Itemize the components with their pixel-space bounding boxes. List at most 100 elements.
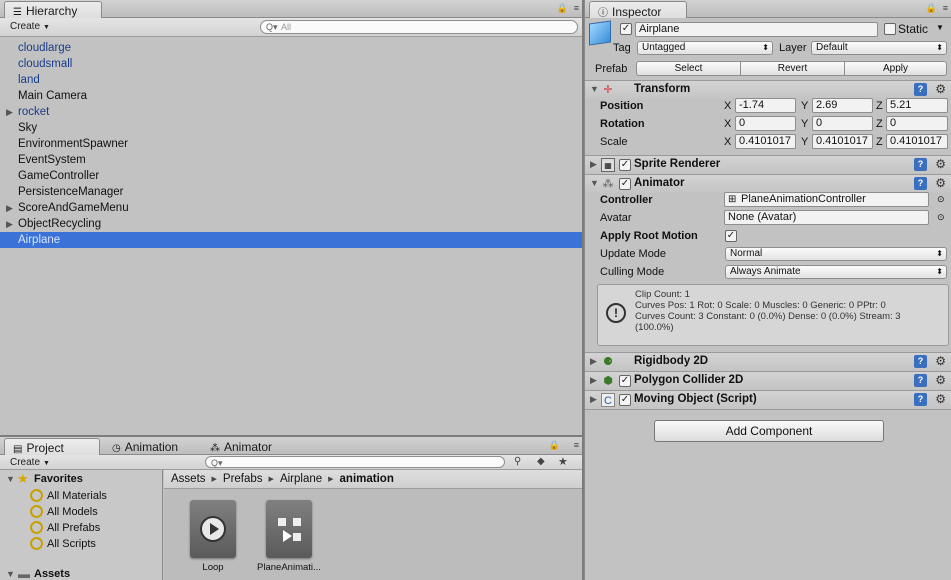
help-book-icon[interactable]: ? <box>914 393 927 406</box>
gear-icon[interactable]: ⚙ <box>935 354 946 368</box>
project-create-button[interactable]: Create ▼ <box>6 455 54 471</box>
gear-icon[interactable]: ⚙ <box>935 392 946 406</box>
object-name-field[interactable]: Airplane <box>635 22 878 37</box>
avatar-field[interactable]: None (Avatar) <box>724 210 929 225</box>
favorites-label[interactable]: Favorites <box>34 473 83 485</box>
fold-down-arrow-icon[interactable]: ▼ <box>590 84 599 94</box>
polygon-collider-enabled-checkbox[interactable]: ✓ <box>619 375 631 387</box>
sprite-renderer-header[interactable]: ▶ ▦ ✓ Sprite Renderer ? ⚙ <box>585 155 951 174</box>
animator-header[interactable]: ▼ ⁂ ✓ Animator ? ⚙ <box>585 174 951 193</box>
fold-down-arrow-icon[interactable]: ▼ <box>590 178 599 188</box>
position-z-field[interactable]: 5.21 <box>886 98 948 113</box>
fold-right-arrow-icon[interactable]: ▶ <box>590 356 597 367</box>
hierarchy-item-score-and-game-menu[interactable]: ▶ ScoreAndGameMenu <box>0 200 582 216</box>
add-component-button[interactable]: Add Component <box>654 420 884 442</box>
hierarchy-item-event-system[interactable]: EventSystem <box>0 152 582 168</box>
lock-icon[interactable]: 🔒 <box>926 3 937 14</box>
favorite-star-icon[interactable]: ★ <box>558 455 568 468</box>
breadcrumb-assets[interactable]: Assets <box>171 473 206 485</box>
hierarchy-item-cloudlarge[interactable]: cloudlarge <box>0 40 582 56</box>
lock-icon[interactable]: 🔒 <box>557 3 568 14</box>
fold-down-arrow-icon[interactable]: ▼ <box>6 474 15 484</box>
rotation-z-field[interactable]: 0 <box>886 116 948 131</box>
gear-icon[interactable]: ⚙ <box>935 373 946 387</box>
tab-animation[interactable]: ◷ Animation <box>104 438 186 455</box>
fold-right-arrow-icon[interactable]: ▶ <box>590 159 597 170</box>
tab-hierarchy[interactable]: ☰ Hierarchy <box>4 1 102 18</box>
hierarchy-item-game-controller[interactable]: GameController <box>0 168 582 184</box>
favorite-all-prefabs[interactable]: All Prefabs <box>30 520 100 536</box>
asset-plane-animation-controller[interactable]: PlaneAnimati... <box>249 500 329 573</box>
asset-loop[interactable]: Loop <box>173 500 253 573</box>
static-checkbox[interactable] <box>884 23 896 35</box>
filter-by-type-icon[interactable]: ⚲ <box>514 456 521 467</box>
controller-field[interactable]: ⊞ PlaneAnimationController <box>724 192 929 207</box>
tab-inspector[interactable]: ⓘ Inspector <box>589 1 687 19</box>
sprite-renderer-enabled-checkbox[interactable]: ✓ <box>619 159 631 171</box>
scale-y-field[interactable]: 0.4101017 <box>812 134 873 149</box>
object-picker-icon[interactable]: ⊙ <box>937 194 945 205</box>
hierarchy-item-cloudsmall[interactable]: cloudsmall <box>0 56 582 72</box>
panel-menu-icon[interactable]: ≡ <box>574 3 579 13</box>
hierarchy-item-land[interactable]: land <box>0 72 582 88</box>
lock-icon[interactable]: 🔒 <box>549 440 560 451</box>
rotation-y-field[interactable]: 0 <box>812 116 873 131</box>
gear-icon[interactable]: ⚙ <box>935 82 946 96</box>
breadcrumb-airplane[interactable]: Airplane <box>280 473 322 485</box>
help-book-icon[interactable]: ? <box>914 83 927 96</box>
prefab-apply-button[interactable]: Apply <box>844 61 947 76</box>
favorite-all-scripts[interactable]: All Scripts <box>30 536 96 552</box>
help-book-icon[interactable]: ? <box>914 374 927 387</box>
favorite-all-models[interactable]: All Models <box>30 504 98 520</box>
hierarchy-item-airplane[interactable]: Airplane <box>0 232 582 248</box>
scale-x-field[interactable]: 0.4101017 <box>735 134 796 149</box>
expand-arrow-icon[interactable]: ▶ <box>6 200 13 216</box>
hierarchy-item-sky[interactable]: Sky <box>0 120 582 136</box>
expand-arrow-icon[interactable]: ▶ <box>6 104 13 120</box>
static-dropdown-arrow-icon[interactable]: ▼ <box>936 23 944 32</box>
object-picker-icon[interactable]: ⊙ <box>937 212 945 223</box>
create-button[interactable]: Create ▼ <box>6 19 54 35</box>
culling-mode-dropdown[interactable]: Always Animate ⬍ <box>725 265 947 279</box>
fold-right-arrow-icon[interactable]: ▶ <box>590 375 597 386</box>
breadcrumb-animation[interactable]: animation <box>340 473 394 485</box>
hierarchy-item-main-camera[interactable]: Main Camera <box>0 88 582 104</box>
favorite-all-materials[interactable]: All Materials <box>30 488 107 504</box>
update-mode-dropdown[interactable]: Normal ⬍ <box>725 247 947 261</box>
hierarchy-item-persistence-manager[interactable]: PersistenceManager <box>0 184 582 200</box>
animator-enabled-checkbox[interactable]: ✓ <box>619 178 631 190</box>
active-checkbox[interactable]: ✓ <box>620 23 632 35</box>
layer-dropdown[interactable]: Default ⬍ <box>811 41 947 55</box>
filter-by-label-icon[interactable]: ◆ <box>537 456 545 467</box>
apply-root-motion-checkbox[interactable]: ✓ <box>725 230 737 242</box>
panel-menu-icon[interactable]: ≡ <box>943 3 948 13</box>
tab-project[interactable]: ▤ Project <box>4 438 100 455</box>
panel-menu-icon[interactable]: ≡ <box>574 440 579 450</box>
position-x-field[interactable]: -1.74 <box>735 98 796 113</box>
moving-object-script-header[interactable]: ▶ C ✓ Moving Object (Script) ? ⚙ <box>585 390 951 409</box>
help-book-icon[interactable]: ? <box>914 158 927 171</box>
tag-dropdown[interactable]: Untagged ⬍ <box>637 41 773 55</box>
transform-header[interactable]: ▼ ✛ Transform ? ⚙ <box>585 80 951 99</box>
hierarchy-item-rocket[interactable]: ▶ rocket <box>0 104 582 120</box>
position-y-field[interactable]: 2.69 <box>812 98 873 113</box>
fold-down-arrow-icon[interactable]: ▼ <box>6 569 15 579</box>
help-book-icon[interactable]: ? <box>914 355 927 368</box>
help-book-icon[interactable]: ? <box>914 177 927 190</box>
expand-arrow-icon[interactable]: ▶ <box>6 216 13 232</box>
scale-z-field[interactable]: 0.4101017 <box>886 134 948 149</box>
prefab-select-button[interactable]: Select <box>636 61 741 76</box>
fold-right-arrow-icon[interactable]: ▶ <box>590 394 597 405</box>
breadcrumb-prefabs[interactable]: Prefabs <box>223 473 263 485</box>
moving-object-enabled-checkbox[interactable]: ✓ <box>619 394 631 406</box>
rotation-x-field[interactable]: 0 <box>735 116 796 131</box>
project-search-input[interactable]: Q▾ <box>205 456 505 468</box>
rigidbody-2d-header[interactable]: ▶ ⚈ Rigidbody 2D ? ⚙ <box>585 352 951 371</box>
hierarchy-search-input[interactable]: Q▾ All <box>260 20 578 34</box>
hierarchy-item-object-recycling[interactable]: ▶ ObjectRecycling <box>0 216 582 232</box>
tab-animator[interactable]: ⁂ Animator <box>202 438 280 455</box>
prefab-revert-button[interactable]: Revert <box>740 61 845 76</box>
gear-icon[interactable]: ⚙ <box>935 157 946 171</box>
assets-label[interactable]: Assets <box>34 568 70 580</box>
hierarchy-item-environment-spawner[interactable]: EnvironmentSpawner <box>0 136 582 152</box>
